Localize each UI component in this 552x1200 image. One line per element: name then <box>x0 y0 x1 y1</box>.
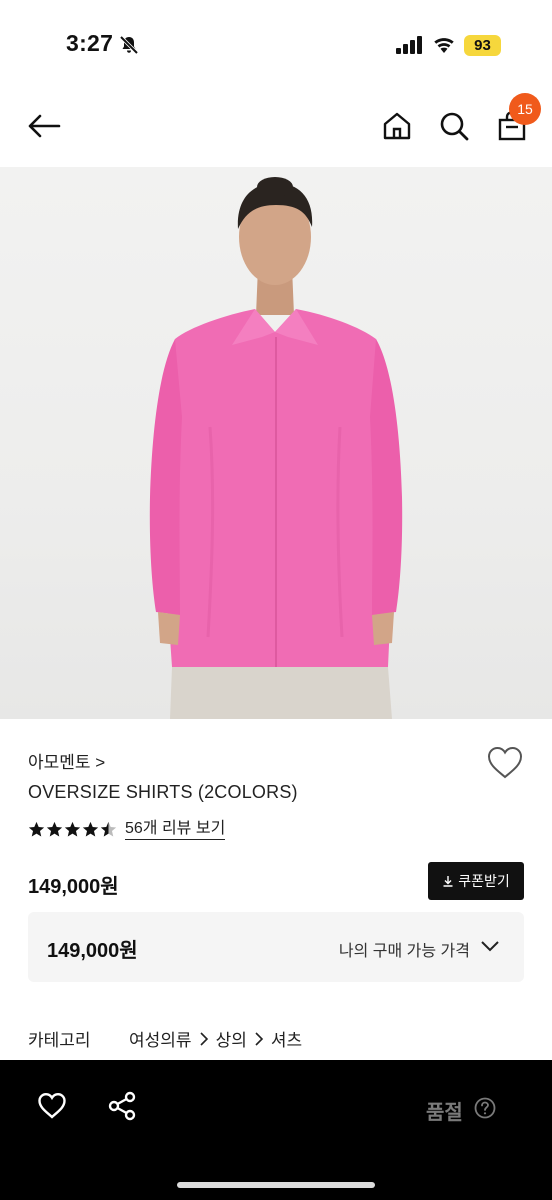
bottom-action-bar: 품절 <box>0 1060 552 1200</box>
like-button[interactable] <box>484 743 526 783</box>
my-price-box[interactable]: 149,000원 나의 구매 가능 가격 <box>28 912 524 982</box>
share-icon[interactable] <box>106 1090 138 1122</box>
question-circle-icon[interactable] <box>474 1097 496 1119</box>
heart-outline-icon <box>487 746 523 779</box>
my-price-value: 149,000원 <box>47 940 138 962</box>
back-button[interactable] <box>20 106 68 146</box>
review-link[interactable]: 56개 리뷰 보기 <box>125 819 226 840</box>
soldout-label: 품절 <box>426 1102 463 1124</box>
star-half-icon <box>100 821 117 837</box>
product-image[interactable] <box>0 167 552 719</box>
status-bar: 3:27 93 <box>0 0 552 80</box>
breadcrumb-item[interactable]: 상의 <box>216 1026 247 1051</box>
battery-indicator: 93 <box>464 35 501 56</box>
product-photo <box>149 177 403 719</box>
breadcrumb-item[interactable]: 셔츠 <box>271 1026 302 1051</box>
breadcrumb-item[interactable]: 여성의류 <box>129 1026 192 1051</box>
download-icon <box>443 876 453 887</box>
brand-link[interactable]: 아모멘토 > <box>28 748 105 773</box>
cart-count-badge: 15 <box>509 93 541 125</box>
nav-bar: 15 <box>0 90 552 166</box>
home-indicator <box>177 1182 375 1188</box>
star-full-icon <box>82 821 99 837</box>
wifi-icon <box>434 38 454 53</box>
rating-row: 56개 리뷰 보기 <box>28 819 226 840</box>
category-row: 카테고리 여성의류 상의 셔츠 <box>28 1026 302 1051</box>
status-time: 3:27 <box>66 30 114 56</box>
my-price-label: 나의 구매 가능 가격 <box>338 943 470 960</box>
coupon-button[interactable]: 쿠폰받기 <box>428 862 524 900</box>
signal-icon <box>396 36 422 54</box>
search-icon <box>440 112 469 141</box>
arrow-left-icon <box>28 114 61 138</box>
star-full-icon <box>28 821 45 837</box>
product-title: OVERSIZE SHIRTS (2COLORS) <box>28 782 298 802</box>
coupon-label: 쿠폰받기 <box>458 873 510 889</box>
category-label: 카테고리 <box>28 1031 91 1050</box>
chevron-right-icon <box>255 1031 263 1046</box>
star-full-icon <box>46 821 63 837</box>
search-button[interactable] <box>434 106 474 146</box>
rating-stars <box>28 821 117 838</box>
home-icon <box>383 112 411 140</box>
heart-icon[interactable] <box>36 1090 68 1122</box>
home-button[interactable] <box>377 106 417 146</box>
category-breadcrumb: 여성의류 상의 셔츠 <box>129 1026 302 1051</box>
chevron-right-icon <box>199 1031 208 1046</box>
star-full-icon <box>64 821 81 837</box>
product-price: 149,000원 <box>28 876 119 898</box>
bell-slash-icon <box>119 35 139 55</box>
chevron-down-icon <box>481 941 499 952</box>
